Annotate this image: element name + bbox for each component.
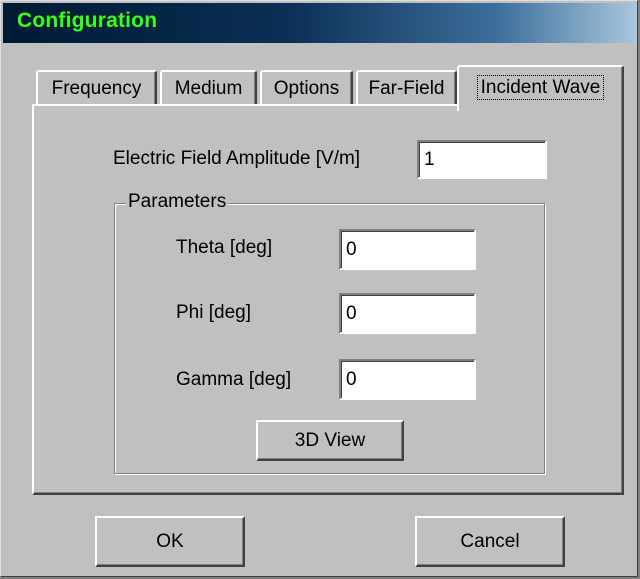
parameters-group-label: Parameters (126, 191, 229, 213)
incident-wave-panel: Electric Field Amplitude [V/m] Parameter… (32, 104, 624, 495)
tab-far-field-label: Far-Field (368, 78, 445, 99)
configuration-dialog: Configuration Frequency Medium Options F… (0, 0, 638, 577)
tab-frequency[interactable]: Frequency (36, 70, 157, 106)
tab-incident-wave[interactable]: Incident Wave (457, 65, 624, 111)
theta-label: Theta [deg] (176, 237, 273, 258)
phi-field[interactable] (339, 293, 476, 334)
phi-input[interactable] (344, 298, 472, 330)
tab-frequency-label: Frequency (51, 78, 142, 99)
title-bar[interactable]: Configuration (3, 3, 637, 43)
theta-input[interactable] (344, 234, 472, 266)
window-title: Configuration (17, 9, 158, 32)
gamma-field[interactable] (339, 359, 476, 400)
tab-options-label: Options (273, 78, 340, 99)
gamma-label: Gamma [deg] (176, 369, 292, 390)
gamma-input[interactable] (344, 364, 472, 396)
theta-field[interactable] (339, 229, 476, 270)
3d-view-button[interactable]: 3D View (256, 420, 404, 461)
tab-far-field[interactable]: Far-Field (356, 70, 457, 106)
parameters-group: Parameters Theta [deg] Phi [deg] Gamma [… (114, 191, 545, 474)
amplitude-field[interactable] (417, 140, 547, 179)
tab-medium[interactable]: Medium (160, 70, 257, 106)
tab-medium-label: Medium (174, 78, 243, 99)
cancel-button[interactable]: Cancel (415, 516, 565, 567)
phi-label: Phi [deg] (176, 302, 251, 323)
amplitude-label: Electric Field Amplitude [V/m] (113, 148, 361, 169)
tab-incident-wave-label: Incident Wave (476, 75, 605, 100)
tab-options[interactable]: Options (260, 70, 353, 106)
amplitude-input[interactable] (422, 145, 543, 175)
ok-button[interactable]: OK (95, 516, 245, 567)
